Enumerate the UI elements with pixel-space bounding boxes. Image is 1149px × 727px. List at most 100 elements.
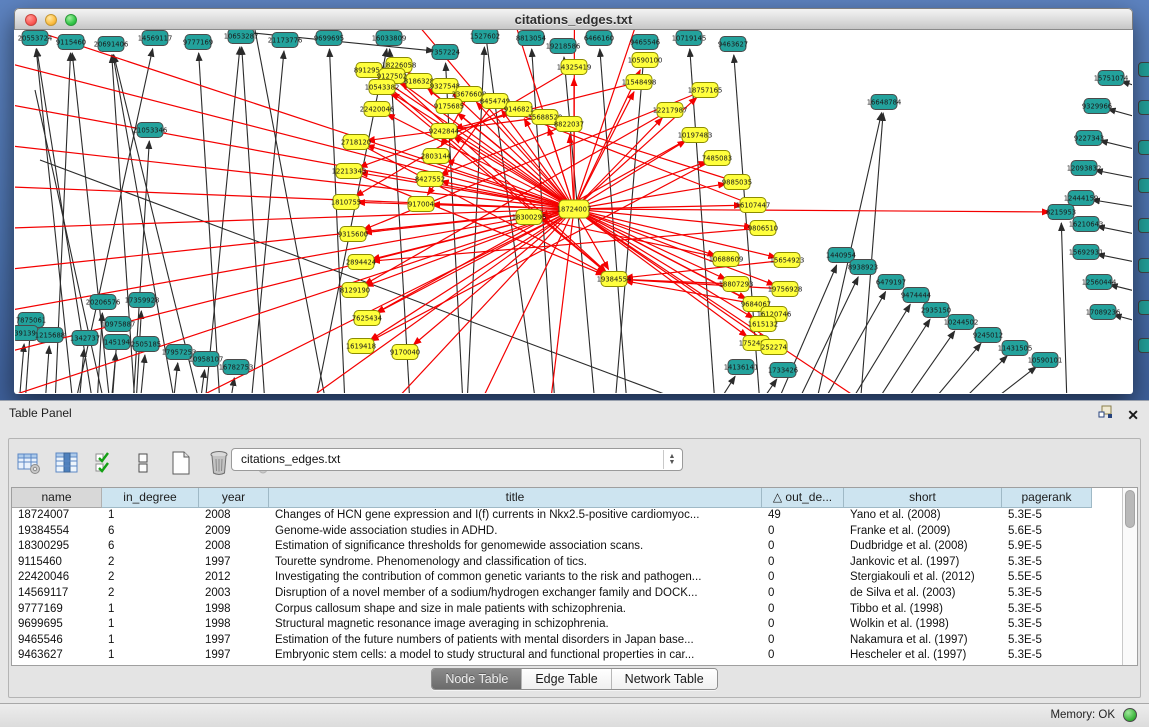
table-cell[interactable]: Structural magnetic resonance image aver… xyxy=(269,617,762,633)
table-cell[interactable]: 19384554 xyxy=(12,524,102,540)
table-cell[interactable]: 1 xyxy=(102,602,199,618)
delete-table-icon[interactable] xyxy=(205,449,233,477)
table-cell[interactable]: 5.3E-5 xyxy=(1002,617,1092,633)
table-cell[interactable]: Stergiakouli et al. (2012) xyxy=(844,570,1002,586)
table-cell[interactable]: 2 xyxy=(102,586,199,602)
close-panel-icon[interactable]: ✕ xyxy=(1127,408,1139,422)
table-cell[interactable]: 2008 xyxy=(199,539,269,555)
table-cell[interactable]: Franke et al. (2009) xyxy=(844,524,1002,540)
table-cell[interactable]: 5.9E-5 xyxy=(1002,539,1092,555)
network-view-window[interactable]: citations_edges.txt 20553724911546020691… xyxy=(14,8,1133,394)
table-cell[interactable]: 1997 xyxy=(199,555,269,571)
table-cell[interactable]: 9465546 xyxy=(12,633,102,649)
table-cell[interactable]: Investigating the contribution of common… xyxy=(269,570,762,586)
table-cell[interactable]: Estimation of the future numbers of pati… xyxy=(269,633,762,649)
selection-mode-icon[interactable] xyxy=(91,449,119,477)
show-columns-icon[interactable] xyxy=(53,449,81,477)
memory-status-indicator[interactable] xyxy=(1123,708,1137,722)
table-cell[interactable]: 6 xyxy=(102,524,199,540)
table-cell[interactable]: 5.3E-5 xyxy=(1002,555,1092,571)
new-table-icon[interactable] xyxy=(167,449,195,477)
table-cell[interactable]: 0 xyxy=(762,648,844,664)
table-cell[interactable]: Tourette syndrome. Phenomenology and cla… xyxy=(269,555,762,571)
network-canvas[interactable]: 2055372491154602069140614569117977716910… xyxy=(15,30,1132,393)
column-header-out-de-[interactable]: △ out_de... xyxy=(762,488,844,508)
table-cell[interactable]: de Silva et al. (2003) xyxy=(844,586,1002,602)
table-cell[interactable]: 1 xyxy=(102,633,199,649)
table-selector-dropdown[interactable]: citations_edges.txt ▲▼ xyxy=(231,448,683,471)
table-cell[interactable]: 14569117 xyxy=(12,586,102,602)
table-cell[interactable]: 0 xyxy=(762,617,844,633)
table-cell[interactable]: 1 xyxy=(102,648,199,664)
table-cell[interactable]: 0 xyxy=(762,602,844,618)
table-cell[interactable]: 5.3E-5 xyxy=(1002,648,1092,664)
column-header-year[interactable]: year xyxy=(199,488,269,508)
table-row[interactable]: 911546021997Tourette syndrome. Phenomeno… xyxy=(12,555,1122,571)
table-cell[interactable]: 9115460 xyxy=(12,555,102,571)
table-cell[interactable]: 5.5E-5 xyxy=(1002,570,1092,586)
table-cell[interactable]: Jankovic et al. (1997) xyxy=(844,555,1002,571)
float-window-icon[interactable] xyxy=(1098,405,1113,424)
table-cell[interactable]: 0 xyxy=(762,570,844,586)
table-cell[interactable]: 2012 xyxy=(199,570,269,586)
table-cell[interactable]: 22420046 xyxy=(12,570,102,586)
table-cell[interactable]: 1998 xyxy=(199,617,269,633)
table-cell[interactable]: 49 xyxy=(762,508,844,524)
table-cell[interactable]: Changes of HCN gene expression and I(f) … xyxy=(269,508,762,524)
table-cell[interactable]: 5.3E-5 xyxy=(1002,586,1092,602)
table-cell[interactable]: 0 xyxy=(762,539,844,555)
table-cell[interactable]: 1997 xyxy=(199,648,269,664)
table-cell[interactable]: 2008 xyxy=(199,508,269,524)
table-row[interactable]: 1872400712008Changes of HCN gene express… xyxy=(12,508,1122,524)
table-cell[interactable]: Disruption of a novel member of a sodium… xyxy=(269,586,762,602)
table-row[interactable]: 1830029562008Estimation of significance … xyxy=(12,539,1122,555)
table-cell[interactable]: Hescheler et al. (1997) xyxy=(844,648,1002,664)
tab-network-table[interactable]: Network Table xyxy=(612,669,717,689)
table-cell[interactable]: Nakamura et al. (1997) xyxy=(844,633,1002,649)
table-cell[interactable]: 2 xyxy=(102,570,199,586)
table-cell[interactable]: 5.6E-5 xyxy=(1002,524,1092,540)
table-row[interactable]: 1938455462009Genome-wide association stu… xyxy=(12,524,1122,540)
table-cell[interactable]: 0 xyxy=(762,524,844,540)
table-cell[interactable]: 9777169 xyxy=(12,602,102,618)
table-cell[interactable]: 6 xyxy=(102,539,199,555)
table-cell[interactable]: 0 xyxy=(762,555,844,571)
table-row[interactable]: 2242004622012Investigating the contribut… xyxy=(12,570,1122,586)
column-header-in-degree[interactable]: in_degree xyxy=(102,488,199,508)
column-header-short[interactable]: short xyxy=(844,488,1002,508)
table-row[interactable]: 1456911722003Disruption of a novel membe… xyxy=(12,586,1122,602)
table-cell[interactable]: 9699695 xyxy=(12,617,102,633)
tab-node-table[interactable]: Node Table xyxy=(432,669,522,689)
table-cell[interactable]: 0 xyxy=(762,586,844,602)
table-row[interactable]: 946554611997Estimation of the future num… xyxy=(12,633,1122,649)
scrollbar-thumb[interactable] xyxy=(1125,490,1135,528)
table-cell[interactable]: Yano et al. (2008) xyxy=(844,508,1002,524)
window-titlebar[interactable]: citations_edges.txt xyxy=(14,8,1133,30)
table-row[interactable]: 977716911998Corpus callosum shape and si… xyxy=(12,602,1122,618)
table-cell[interactable]: 2003 xyxy=(199,586,269,602)
column-header-title[interactable]: title xyxy=(269,488,762,508)
rows-icon[interactable] xyxy=(129,449,157,477)
table-cell[interactable]: 5.3E-5 xyxy=(1002,508,1092,524)
table-cell[interactable]: 1998 xyxy=(199,602,269,618)
table-row[interactable]: 969969511998Structural magnetic resonanc… xyxy=(12,617,1122,633)
table-cell[interactable]: 2009 xyxy=(199,524,269,540)
table-cell[interactable]: 18300295 xyxy=(12,539,102,555)
tab-edge-table[interactable]: Edge Table xyxy=(522,669,611,689)
table-row[interactable]: 946362711997Embryonic stem cells: a mode… xyxy=(12,648,1122,664)
table-mode-icon[interactable] xyxy=(15,449,43,477)
table-cell[interactable]: 18724007 xyxy=(12,508,102,524)
table-vertical-scrollbar[interactable] xyxy=(1122,488,1137,665)
table-cell[interactable]: 1 xyxy=(102,617,199,633)
table-cell[interactable]: 2 xyxy=(102,555,199,571)
table-cell[interactable]: Wolkin et al. (1998) xyxy=(844,617,1002,633)
table-cell[interactable]: Corpus callosum shape and size in male p… xyxy=(269,602,762,618)
table-cell[interactable]: Embryonic stem cells: a model to study s… xyxy=(269,648,762,664)
table-cell[interactable]: Estimation of significance thresholds fo… xyxy=(269,539,762,555)
table-cell[interactable]: 1 xyxy=(102,508,199,524)
column-header-name[interactable]: name xyxy=(12,488,102,508)
table-cell[interactable]: Genome-wide association studies in ADHD. xyxy=(269,524,762,540)
network-graph[interactable]: 2055372491154602069140614569117977716910… xyxy=(15,30,1132,393)
table-cell[interactable]: 5.3E-5 xyxy=(1002,633,1092,649)
table-cell[interactable]: 0 xyxy=(762,633,844,649)
